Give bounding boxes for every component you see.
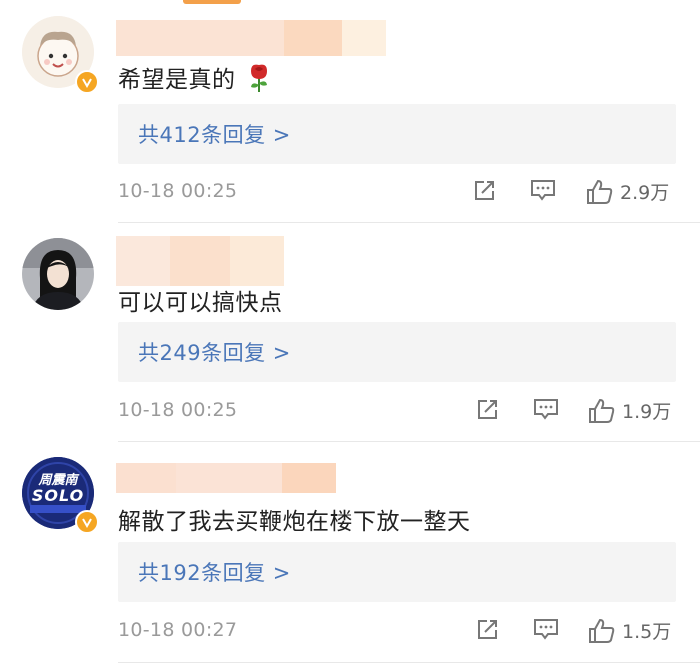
share-icon	[478, 620, 497, 639]
replies-label: 共192条回复 >	[138, 561, 291, 585]
username-redacted	[116, 463, 336, 493]
like-count: 1.5万	[622, 621, 672, 643]
like-icon	[589, 398, 615, 423]
timestamp: 10-18 00:25	[118, 180, 238, 202]
share-icon	[478, 400, 497, 419]
avatar[interactable]	[22, 238, 94, 310]
top-tab-indicator	[183, 0, 241, 4]
timestamp: 10-18 00:25	[118, 399, 238, 421]
avatar-text-solo: SOLO	[31, 486, 85, 505]
divider	[118, 662, 700, 663]
share-button[interactable]	[476, 617, 500, 641]
comment-text: 解散了我去买鞭炮在楼下放一整天	[118, 509, 471, 535]
share-button[interactable]	[476, 397, 500, 421]
comment-icon	[534, 399, 558, 420]
like-button[interactable]: 1.9万	[588, 397, 671, 424]
like-icon	[589, 618, 615, 643]
comment-button[interactable]	[530, 178, 556, 202]
like-button[interactable]: 1.5万	[588, 617, 671, 644]
verified-badge-icon	[75, 510, 99, 534]
verified-badge-icon	[75, 70, 99, 94]
view-replies-button[interactable]: 共192条回复 >	[118, 542, 676, 602]
share-icon	[475, 181, 494, 200]
divider	[118, 222, 700, 223]
username-redacted	[116, 20, 386, 56]
comment-icon	[531, 180, 555, 201]
comment-icon	[534, 619, 558, 640]
comment-text: 希望是真的	[118, 67, 236, 93]
like-icon	[587, 179, 613, 204]
comment-button[interactable]	[533, 397, 559, 421]
like-count: 1.9万	[622, 401, 672, 423]
share-button[interactable]	[473, 178, 497, 202]
view-replies-button[interactable]: 共249条回复 >	[118, 322, 676, 382]
like-count: 2.9万	[620, 182, 670, 204]
divider	[118, 441, 700, 442]
timestamp: 10-18 00:27	[118, 619, 238, 641]
like-button[interactable]: 2.9万	[586, 178, 669, 205]
replies-label: 共249条回复 >	[138, 341, 291, 365]
comment-button[interactable]	[533, 617, 559, 641]
rose-emoji	[247, 63, 271, 99]
username-redacted	[116, 236, 284, 286]
replies-label: 共412条回复 >	[138, 123, 291, 147]
comment-text: 可以可以搞快点	[118, 290, 283, 316]
view-replies-button[interactable]: 共412条回复 >	[118, 104, 676, 164]
